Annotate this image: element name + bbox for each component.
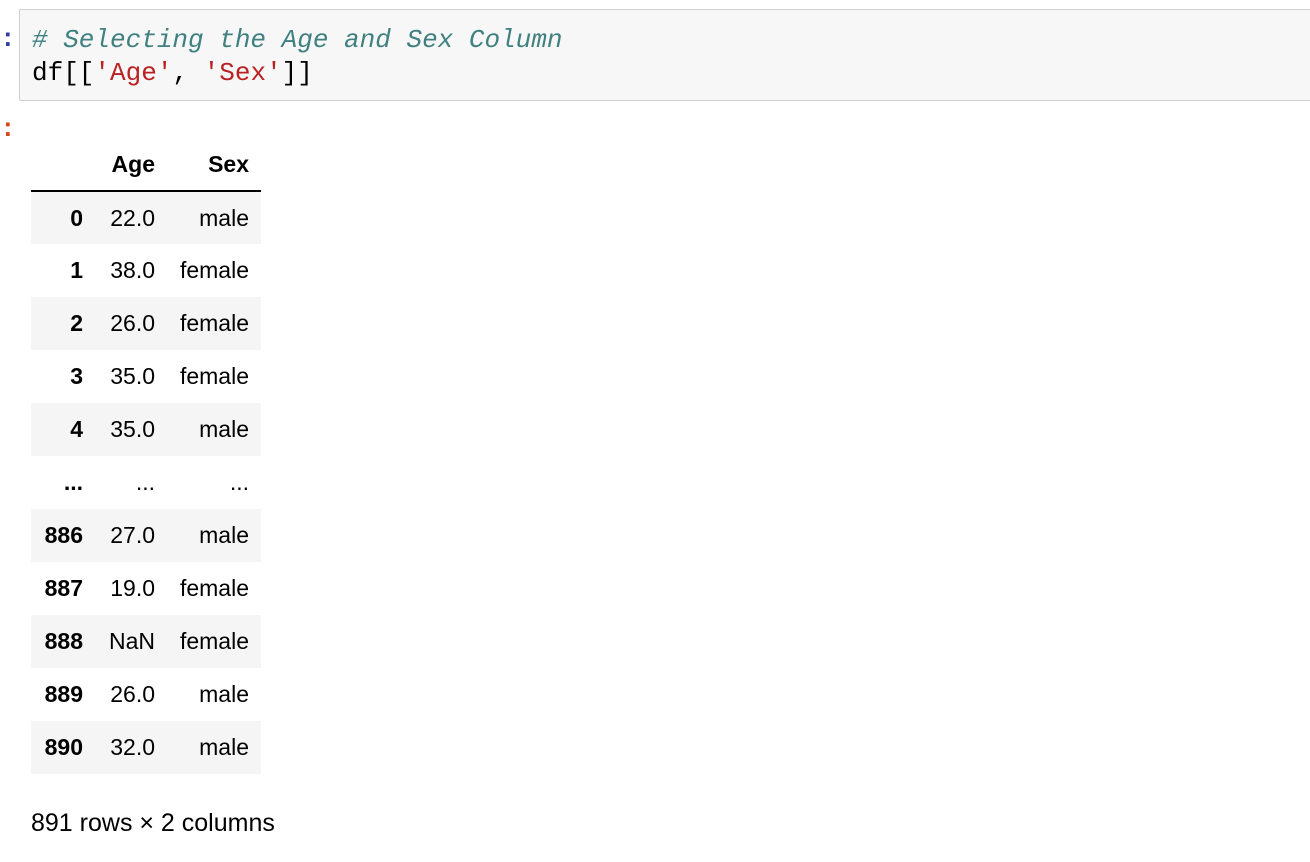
table-row: 3 35.0 female xyxy=(31,350,261,403)
row-index: 3 xyxy=(70,363,83,389)
cell-sex: female xyxy=(179,363,249,389)
table-row: 886 27.0 male xyxy=(31,509,261,562)
row-index: 886 xyxy=(44,522,83,548)
cell-sex: male xyxy=(199,522,249,548)
table-row: 1 38.0 female xyxy=(31,244,261,297)
cell-sex: female xyxy=(179,575,249,601)
cell-age: 35.0 xyxy=(110,416,155,442)
column-header-sex: Sex xyxy=(167,138,261,192)
table-header-row: Age Sex xyxy=(31,138,261,192)
cell-sex: female xyxy=(179,257,249,283)
cell-age: 38.0 xyxy=(110,257,155,283)
cell-age: 26.0 xyxy=(110,310,155,336)
table-row: 890 32.0 male xyxy=(31,721,261,774)
code-df-suffix: ]] xyxy=(281,58,313,88)
dataframe-table: Age Sex 0 22.0 male 1 38.0 female 2 26.0… xyxy=(31,138,261,774)
cell-sex: male xyxy=(199,681,249,707)
code-string-age: 'Age' xyxy=(94,58,173,88)
cell-sex: ... xyxy=(229,469,249,495)
code-comment: # Selecting the Age and Sex Column xyxy=(32,25,563,55)
cell-age: 22.0 xyxy=(110,204,155,231)
code-separator: , xyxy=(172,58,204,88)
row-index: 1 xyxy=(70,257,83,283)
row-index: ... xyxy=(63,469,83,495)
table-row: 0 22.0 male xyxy=(31,191,261,244)
cell-age: 19.0 xyxy=(110,575,155,601)
table-row: 2 26.0 female xyxy=(31,297,261,350)
row-index: 0 xyxy=(70,204,83,231)
input-prompt: : xyxy=(0,24,16,54)
row-index: 889 xyxy=(44,681,83,707)
cell-age: 27.0 xyxy=(110,522,155,548)
cell-age: 26.0 xyxy=(110,681,155,707)
row-index: 890 xyxy=(44,734,83,760)
output-prompt: : xyxy=(0,114,16,144)
index-header xyxy=(31,138,95,192)
row-index: 4 xyxy=(70,416,83,442)
cell-age: 32.0 xyxy=(110,734,155,760)
code-cell-input[interactable]: # Selecting the Age and Sex Column df[['… xyxy=(19,9,1310,101)
column-header-age: Age xyxy=(95,138,167,192)
code-string-sex: 'Sex' xyxy=(203,58,282,88)
dataframe-shape-label: 891 rows × 2 columns xyxy=(31,809,275,837)
cell-sex: male xyxy=(199,416,249,442)
cell-age: ... xyxy=(135,469,155,495)
code-df-prefix: df[[ xyxy=(32,58,95,88)
code-editor[interactable]: # Selecting the Age and Sex Column df[['… xyxy=(32,24,563,90)
cell-sex: female xyxy=(179,628,249,654)
row-index: 887 xyxy=(44,575,83,601)
table-row: 889 26.0 male xyxy=(31,668,261,721)
cell-age: 35.0 xyxy=(110,363,155,389)
cell-sex: female xyxy=(179,310,249,336)
table-row-ellipsis: ... ... ... xyxy=(31,456,261,509)
cell-age: NaN xyxy=(108,628,155,654)
table-row: 887 19.0 female xyxy=(31,562,261,615)
table-row: 4 35.0 male xyxy=(31,403,261,456)
row-index: 888 xyxy=(44,628,83,654)
table-row: 888 NaN female xyxy=(31,615,261,668)
cell-sex: male xyxy=(199,204,249,231)
cell-sex: male xyxy=(199,734,249,760)
row-index: 2 xyxy=(70,310,83,336)
